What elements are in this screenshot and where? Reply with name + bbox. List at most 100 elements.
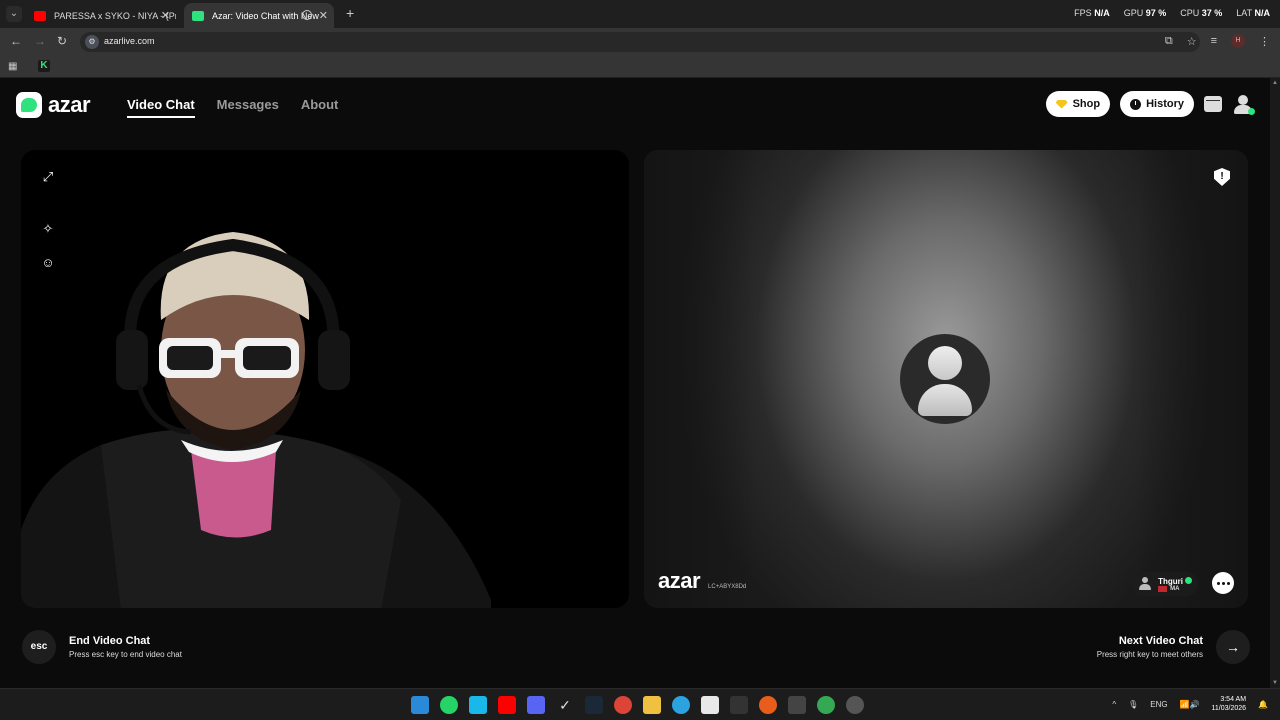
nav-messages[interactable]: Messages <box>217 97 279 118</box>
peer-country: MA <box>1170 585 1180 592</box>
settings-gear-icon[interactable] <box>846 696 864 714</box>
recording-indicator-icon <box>302 10 312 20</box>
clock-icon <box>1130 98 1142 110</box>
reading-list-icon[interactable]: ≡ <box>1211 35 1217 47</box>
browser-tab-azar[interactable]: Azar: Video Chat with New ✕ <box>184 3 334 28</box>
watermark-code: LC+ABYX8Dd <box>708 584 747 590</box>
whatsapp-icon[interactable] <box>440 696 458 714</box>
nav-video-chat[interactable]: Video Chat <box>127 97 195 118</box>
inbox-icon[interactable] <box>1204 96 1222 112</box>
chrome-profile-icon[interactable] <box>817 696 835 714</box>
page-scrollbar[interactable]: ▲ ▼ <box>1270 78 1280 688</box>
telegram-icon[interactable] <box>672 696 690 714</box>
next-video-chat-title: Next Video Chat <box>1118 635 1203 647</box>
tray-clock[interactable]: 3:54 AM 11/03/2026 <box>1212 695 1247 713</box>
next-arrow-button[interactable]: → <box>1216 630 1250 664</box>
system-tray: ^ 🎙 ENG 📶🔊 3:54 AM 11/03/2026 🔔 <box>1112 695 1268 713</box>
local-camera-person <box>21 232 491 608</box>
cpu-value: 37 % <box>1201 8 1223 18</box>
scroll-up-icon[interactable]: ▲ <box>1272 80 1278 86</box>
end-video-chat-title: End Video Chat <box>69 635 151 647</box>
tray-date: 11/03/2026 <box>1211 705 1247 712</box>
remote-video-panel: ! azar LC+ABYX8Dd Thguri MA <box>644 150 1248 608</box>
apps-grid-icon[interactable]: ▦ <box>8 61 17 72</box>
tray-time: 3:54 AM <box>1220 696 1247 703</box>
azar-logo[interactable]: azar <box>16 92 91 118</box>
azar-favicon-icon <box>192 11 204 21</box>
terminal-icon[interactable] <box>730 696 748 714</box>
new-tab-button[interactable]: + <box>346 5 354 21</box>
azar-logo-icon <box>16 92 42 118</box>
back-arrow-icon[interactable]: ← <box>10 34 22 48</box>
store-icon[interactable] <box>701 696 719 714</box>
close-tab-icon[interactable]: ✕ <box>319 9 328 22</box>
local-video-panel: ⤢ ✧ ☺ <box>21 150 629 608</box>
microphone-icon[interactable]: 🎙 <box>1128 700 1138 709</box>
bookmarks-bar: ▦ K <box>0 56 1280 78</box>
fps-label: FPS <box>1074 8 1092 18</box>
reload-icon[interactable]: ↻ <box>57 34 67 48</box>
game-app-icon[interactable] <box>788 696 806 714</box>
steam-icon[interactable] <box>585 696 603 714</box>
windows-taskbar: ✓ ^ 🎙 ENG 📶🔊 3:54 AM 11/03/2026 🔔 <box>0 688 1280 720</box>
language-indicator[interactable]: ENG <box>1150 700 1167 709</box>
bookmark-star-icon[interactable]: ☆ <box>1187 35 1197 48</box>
tab-title: PARESSA x SYKO - NIYA - (Prod <box>54 11 176 21</box>
lat-value: N/A <box>1254 8 1271 18</box>
gpu-value: 97 % <box>1145 8 1167 18</box>
tray-expand-icon[interactable]: ^ <box>1112 700 1116 709</box>
lat-label: LAT <box>1236 8 1252 18</box>
install-app-icon[interactable]: ⧉ <box>1165 35 1173 48</box>
tab-search-dropdown-icon[interactable]: ⌄ <box>6 6 22 22</box>
chrome-icon[interactable] <box>614 696 632 714</box>
kick-bookmark-icon[interactable]: K <box>38 60 50 72</box>
fps-value: N/A <box>1094 8 1110 18</box>
browser-tab-youtube[interactable]: PARESSA x SYKO - NIYA - (Prod ✕ <box>26 3 176 28</box>
profile-avatar[interactable]: H <box>1231 34 1245 48</box>
next-video-chat-control[interactable]: Next Video Chat Press right key to meet … <box>1097 630 1250 664</box>
fullscreen-icon[interactable]: ⤢ <box>40 169 56 185</box>
online-status-icon <box>1248 108 1255 115</box>
shop-label: Shop <box>1072 98 1101 110</box>
scroll-down-icon[interactable]: ▼ <box>1272 680 1278 686</box>
file-explorer-icon[interactable] <box>643 696 661 714</box>
esc-button[interactable]: esc <box>22 630 56 664</box>
notifications-icon[interactable]: 🔔 <box>1258 700 1268 709</box>
history-button[interactable]: History <box>1120 91 1194 117</box>
peer-avatar-icon <box>1138 577 1152 591</box>
shop-button[interactable]: Shop <box>1045 91 1111 117</box>
youtube-icon[interactable] <box>498 696 516 714</box>
user-avatar[interactable] <box>1232 93 1255 115</box>
forward-arrow-icon[interactable]: → <box>34 34 46 48</box>
nav-about[interactable]: About <box>301 97 339 118</box>
morocco-flag-icon <box>1158 585 1168 592</box>
remote-default-avatar-icon <box>900 334 990 424</box>
chat-bubble-button[interactable] <box>1212 572 1234 594</box>
main-nav: Video Chat Messages About <box>127 97 338 118</box>
next-video-chat-hint: Press right key to meet others <box>1096 650 1203 659</box>
watermark-logo: azar <box>658 568 701 593</box>
end-video-chat-control[interactable]: esc End Video Chat Press esc key to end … <box>22 630 182 664</box>
windows-start-icon[interactable] <box>411 696 429 714</box>
browser-menu-icon[interactable]: ⋮ <box>1259 35 1270 48</box>
wifi-volume-icon[interactable]: 📶🔊 <box>1180 700 1200 709</box>
url-text: azarlive.com <box>104 36 155 46</box>
url-input[interactable]: ⚙ azarlive.com <box>80 32 1200 52</box>
obs-icon[interactable] <box>759 696 777 714</box>
discord-icon[interactable] <box>527 696 545 714</box>
youtube-favicon-icon <box>34 11 46 21</box>
peer-name: Thguri <box>1158 576 1183 586</box>
browser-tab-bar: ⌄ PARESSA x SYKO - NIYA - (Prod ✕ Azar: … <box>0 0 1280 28</box>
peer-profile-chip[interactable]: Thguri MA <box>1132 572 1198 596</box>
logo-text: azar <box>48 92 91 117</box>
cpu-label: CPU <box>1180 8 1200 18</box>
report-shield-icon[interactable]: ! <box>1214 168 1230 186</box>
site-info-icon[interactable]: ⚙ <box>85 35 99 49</box>
gem-icon <box>1055 99 1068 109</box>
browser-address-bar: ← → ↻ ⚙ azarlive.com ⧉ ☆ ≡ H ⋮ <box>0 28 1280 56</box>
azar-page: azar Video Chat Messages About Shop Hist… <box>0 78 1270 688</box>
verified-badge-icon <box>1185 576 1192 584</box>
files-app-icon[interactable] <box>469 696 487 714</box>
checkmark-app-icon[interactable]: ✓ <box>556 696 574 714</box>
close-tab-icon[interactable]: ✕ <box>161 9 170 22</box>
